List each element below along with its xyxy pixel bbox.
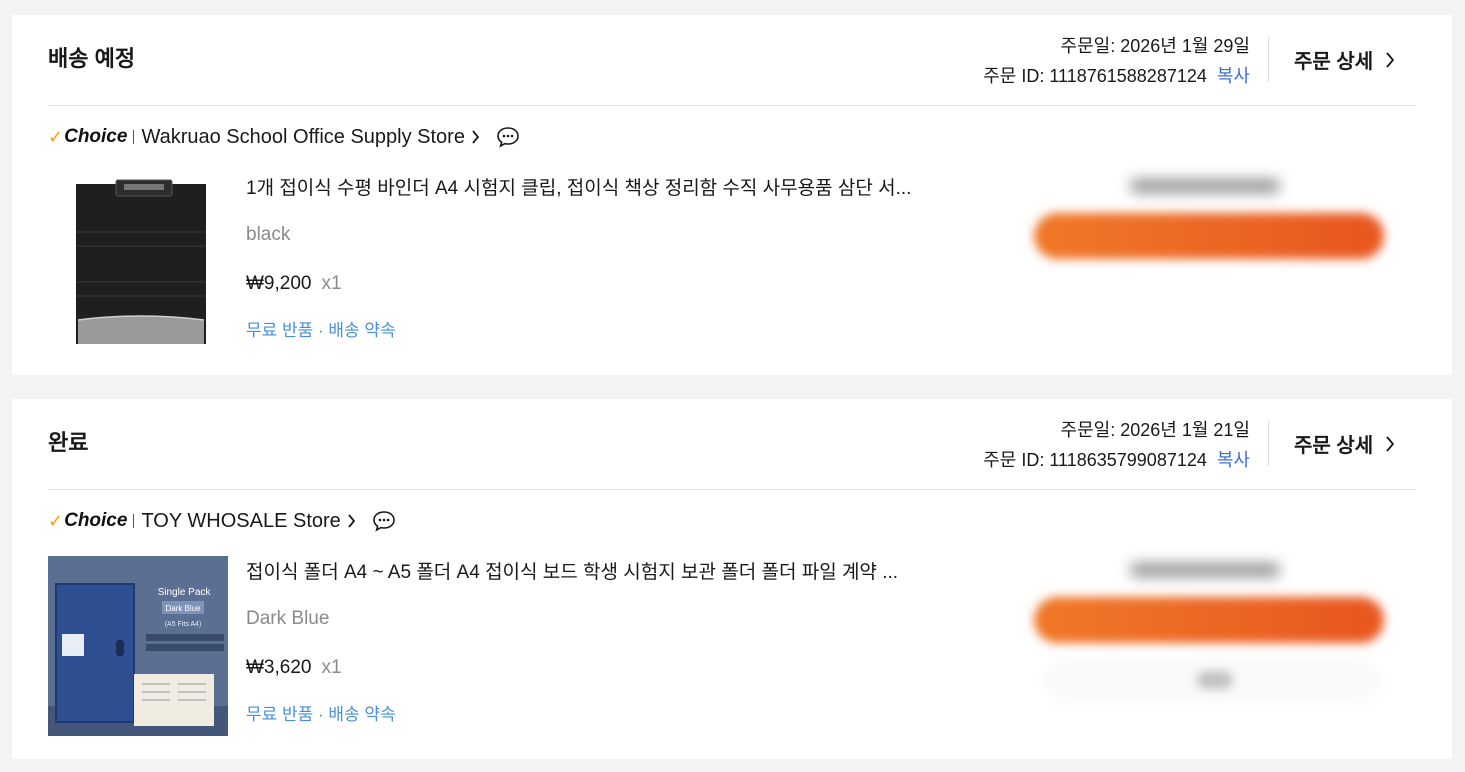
chat-icon[interactable] — [496, 126, 520, 148]
image-label-2: Dark Blue — [165, 604, 201, 613]
order-card: 완료 주문일: 2026년 1월 21일 주문 ID: 111863579908… — [12, 399, 1452, 759]
order-card: 배송 예정 주문일: 2026년 1월 29일 주문 ID: 111876158… — [12, 15, 1452, 375]
choice-badge: ✓ Choice — [48, 510, 127, 532]
chevron-right-icon — [348, 514, 355, 528]
product-qty: x1 — [321, 657, 342, 678]
product-price: ₩3,620 — [246, 657, 312, 678]
product-image[interactable]: Single Pack Dark Blue (A5 Fits A4) — [48, 556, 228, 736]
action-area — [1012, 549, 1412, 719]
order-detail-link[interactable]: 주문 상세 — [1294, 45, 1395, 74]
divider — [48, 489, 1416, 490]
store-row: ✓ Choice TOY WHOSALE Store — [48, 507, 396, 535]
product-title[interactable]: 1개 접이식 수평 바인더 A4 시험지 클립, 접이식 책상 정리함 수직 사… — [246, 173, 966, 200]
order-id: 주문 ID: 1118635799087124 — [983, 450, 1207, 470]
order-meta: 주문일: 2026년 1월 21일 주문 ID: 111863579908712… — [983, 415, 1250, 475]
choice-label: Choice — [64, 510, 128, 531]
chevron-right-icon — [1386, 51, 1395, 68]
order-status: 배송 예정 — [48, 46, 136, 71]
primary-action-button[interactable] — [1034, 597, 1384, 643]
product-price: ₩9,200 — [246, 273, 312, 294]
divider — [133, 514, 135, 528]
image-label-1: Single Pack — [158, 587, 212, 598]
image-label-3: (A5 Fits A4) — [165, 621, 202, 628]
check-icon: ✓ — [48, 510, 64, 531]
divider — [1268, 37, 1269, 82]
service-info: 무료 반품 · 배송 약속 — [246, 705, 396, 724]
order-id-row: 주문 ID: 1118635799087124 복사 — [983, 445, 1250, 475]
copy-button[interactable]: 복사 — [1217, 450, 1250, 470]
service-info: 무료 반품 · 배송 약속 — [246, 321, 396, 340]
product-image[interactable] — [48, 172, 228, 352]
price-row: ₩9,200 x1 — [246, 273, 342, 295]
order-detail-link[interactable]: 주문 상세 — [1294, 429, 1395, 458]
product-title[interactable]: 접이식 폴더 A4 ~ A5 폴더 A4 접이식 보드 학생 시험지 보관 폴더… — [246, 557, 966, 584]
product-qty: x1 — [321, 273, 342, 294]
order-detail-label: 주문 상세 — [1294, 435, 1374, 457]
copy-button[interactable]: 복사 — [1217, 66, 1250, 86]
chevron-right-icon — [1386, 435, 1395, 452]
blurred-text — [1130, 563, 1280, 577]
action-area — [1012, 165, 1412, 335]
divider — [48, 105, 1416, 106]
product-variant: Dark Blue — [246, 608, 330, 629]
order-status: 완료 — [48, 430, 89, 455]
choice-label: Choice — [64, 126, 128, 147]
store-name: Wakruao School Office Supply Store — [141, 125, 465, 148]
divider — [133, 130, 135, 144]
secondary-action-button[interactable] — [1042, 657, 1382, 703]
primary-action-button[interactable] — [1034, 213, 1384, 259]
order-id-row: 주문 ID: 1118761588287124 복사 — [983, 61, 1250, 91]
store-link[interactable]: TOY WHOSALE Store — [141, 510, 355, 533]
order-date: 주문일: 2026년 1월 29일 — [1060, 36, 1250, 56]
order-meta: 주문일: 2026년 1월 29일 주문 ID: 111876158828712… — [983, 31, 1250, 91]
price-row: ₩3,620 x1 — [246, 657, 342, 679]
order-detail-label: 주문 상세 — [1294, 51, 1374, 73]
chat-icon[interactable] — [372, 510, 396, 532]
order-date: 주문일: 2026년 1월 21일 — [1060, 420, 1250, 440]
blurred-text — [1130, 179, 1280, 193]
store-link[interactable]: Wakruao School Office Supply Store — [141, 126, 480, 149]
product-variant: black — [246, 224, 291, 245]
divider — [1268, 421, 1269, 466]
check-icon: ✓ — [48, 126, 64, 147]
order-id: 주문 ID: 1118761588287124 — [983, 66, 1207, 86]
chevron-right-icon — [472, 130, 480, 144]
store-name: TOY WHOSALE Store — [141, 509, 341, 532]
choice-badge: ✓ Choice — [48, 126, 127, 148]
store-row: ✓ Choice Wakruao School Office Supply Sto… — [48, 123, 520, 151]
